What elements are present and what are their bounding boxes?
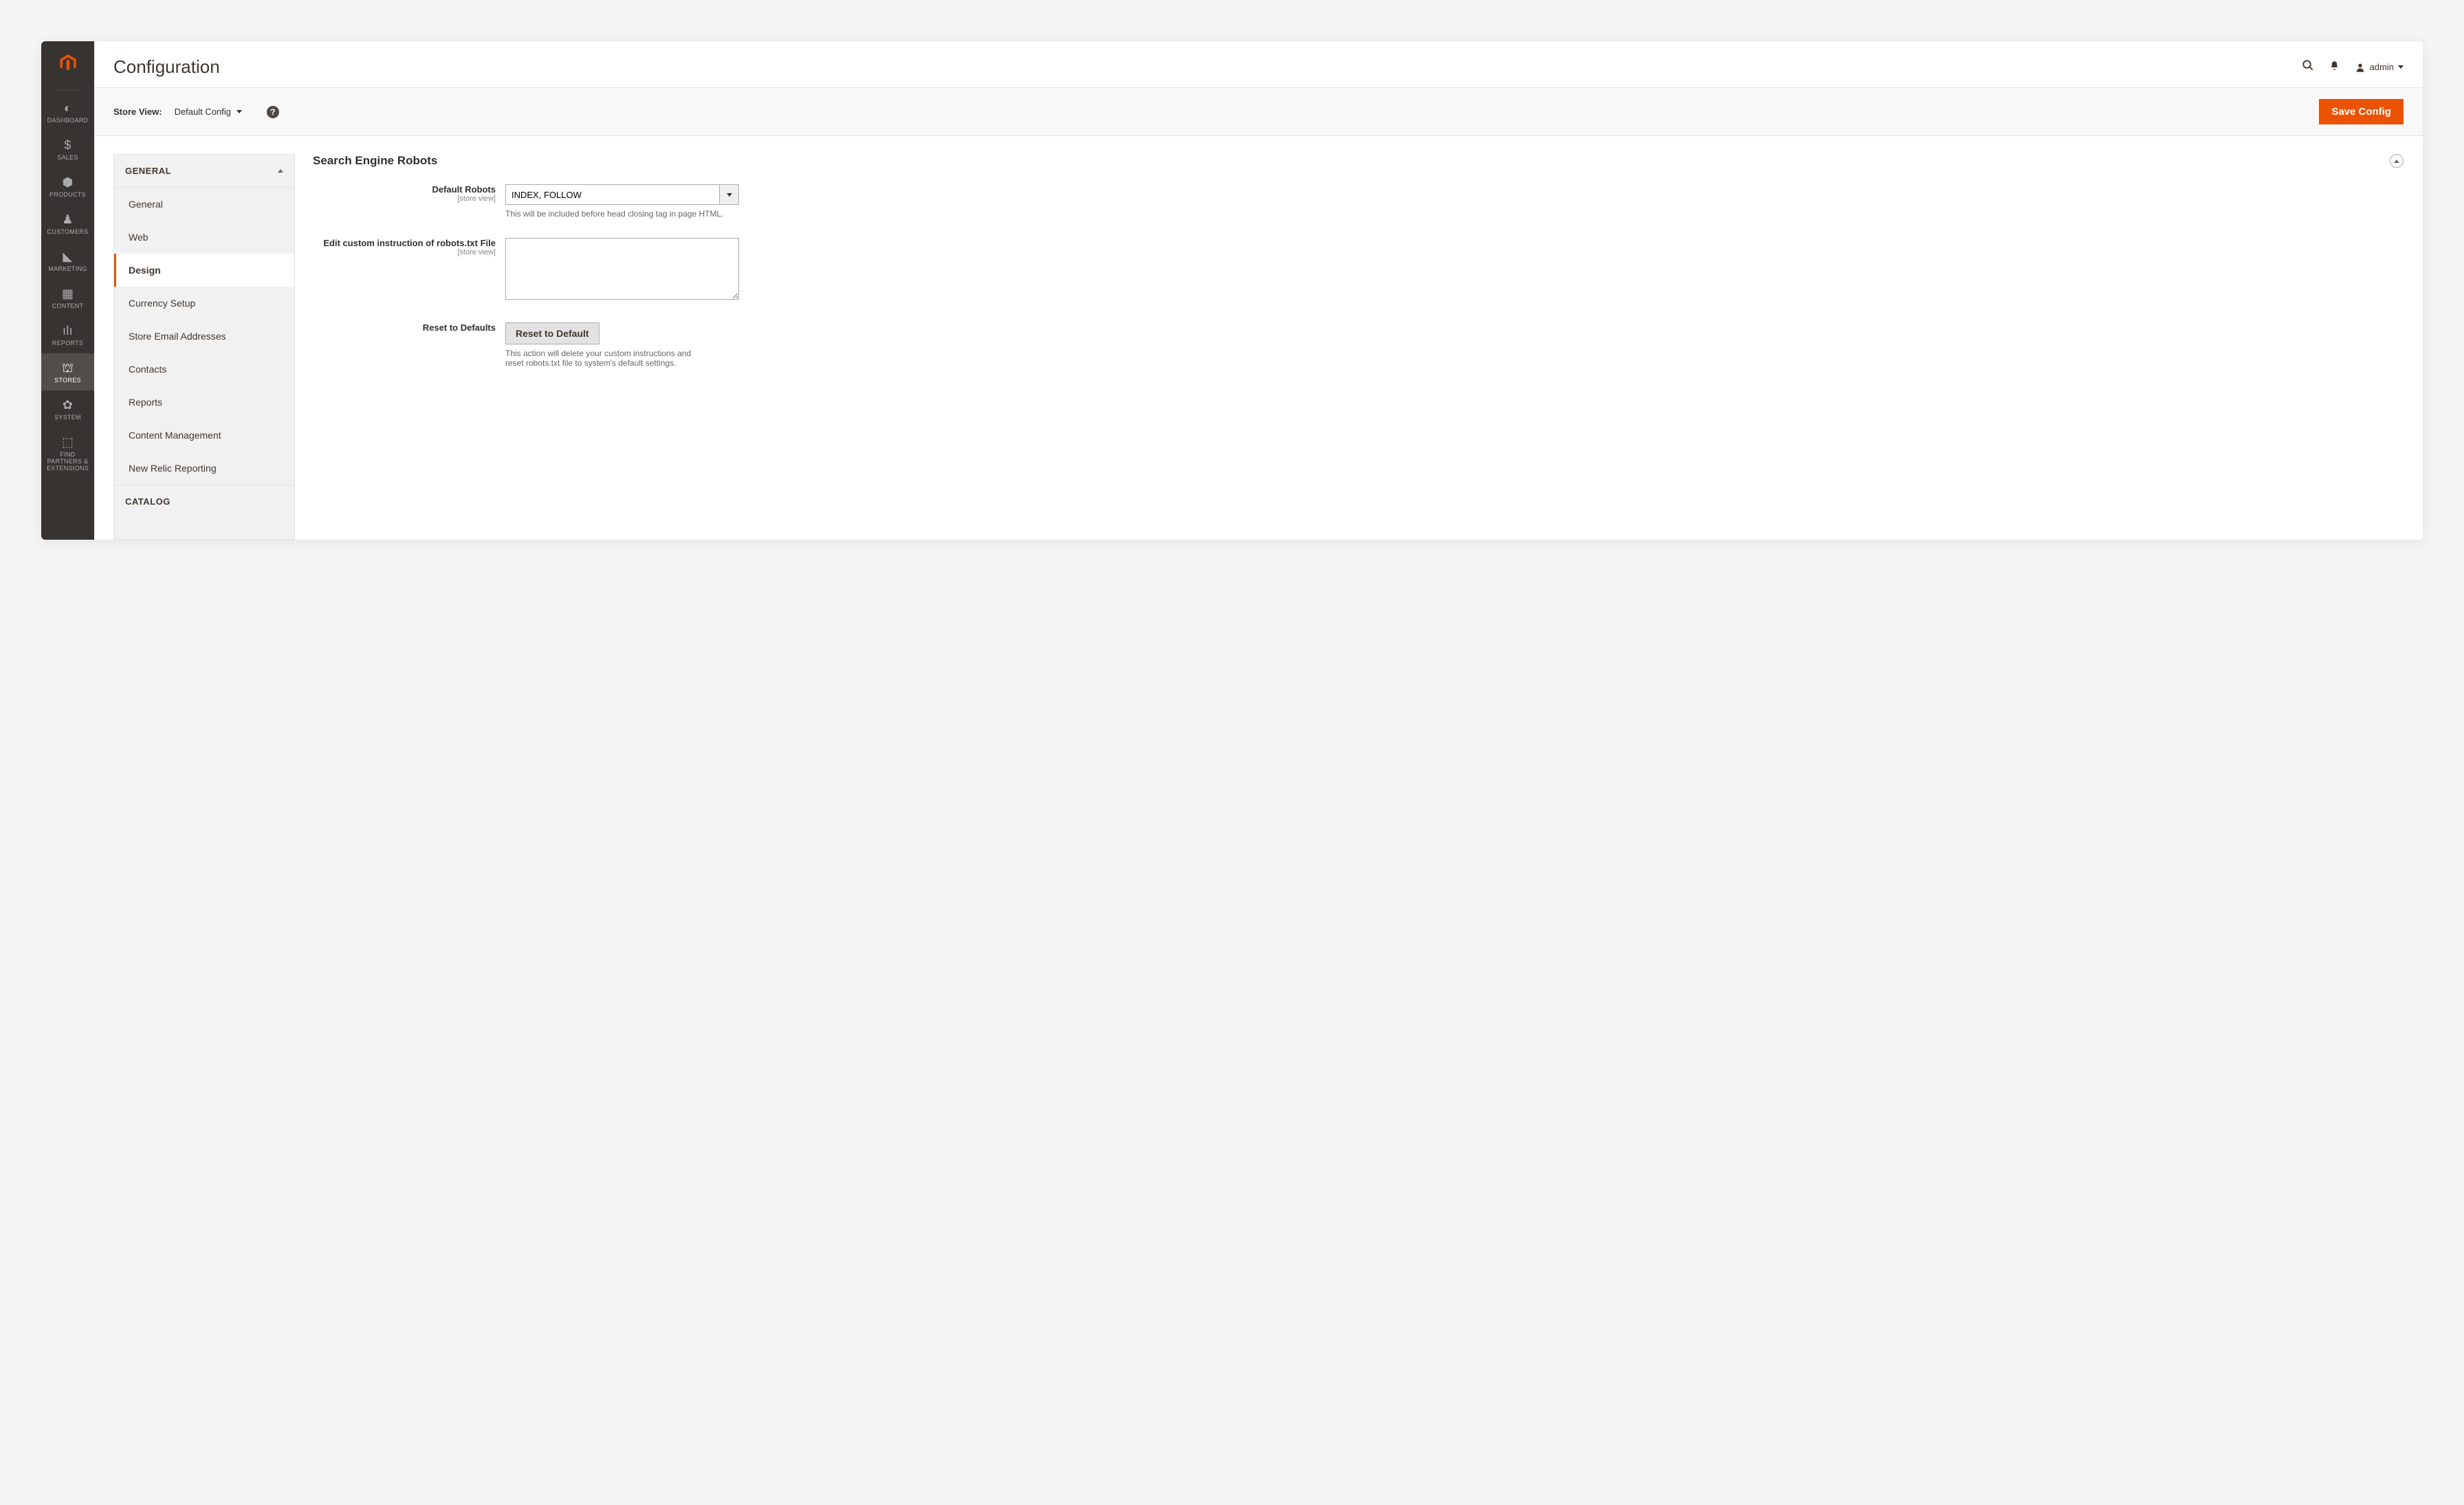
config-item-store-email[interactable]: Store Email Addresses xyxy=(114,320,294,353)
field-scope: [store view] xyxy=(313,248,496,256)
config-item-cms[interactable]: Content Management xyxy=(114,419,294,452)
nav-label: REPORTS xyxy=(52,340,83,347)
user-menu[interactable]: admin xyxy=(2355,62,2404,73)
nav-label: SALES xyxy=(57,154,78,161)
nav-label: MARKETING xyxy=(48,265,87,272)
field-default-robots: Default Robots [store view] INDEX, FOLLO… xyxy=(313,175,2404,228)
config-item-reports[interactable]: Reports xyxy=(114,386,294,419)
nav-content[interactable]: ▦ CONTENT xyxy=(41,279,94,316)
config-item-newrelic[interactable]: New Relic Reporting xyxy=(114,452,294,485)
scope-label: Store View: xyxy=(113,107,162,117)
field-label: Edit custom instruction of robots.txt Fi… xyxy=(313,238,496,248)
select-caret-button[interactable] xyxy=(720,184,739,205)
nav-system[interactable]: ✿SYSTEM xyxy=(41,391,94,428)
nav-label: STORES xyxy=(54,377,81,384)
field-custom-robots: Edit custom instruction of robots.txt Fi… xyxy=(313,228,2404,313)
config-item-general[interactable]: General xyxy=(114,188,294,221)
help-icon[interactable]: ? xyxy=(267,106,279,118)
content-region: GENERAL General Web Design Currency Setu… xyxy=(94,136,2423,540)
config-sidebar: GENERAL General Web Design Currency Setu… xyxy=(113,154,295,540)
config-group-catalog[interactable]: CATALOG xyxy=(114,485,294,507)
chevron-down-icon xyxy=(236,110,242,113)
field-label: Default Robots xyxy=(313,184,496,195)
field-control-col xyxy=(505,238,739,303)
config-item-currency[interactable]: Currency Setup xyxy=(114,287,294,320)
top-actions: admin xyxy=(2302,59,2404,75)
field-control-col: Reset to Default This action will delete… xyxy=(505,322,739,368)
scope-selector[interactable]: Default Config xyxy=(175,107,242,117)
section-header[interactable]: Search Engine Robots xyxy=(313,154,2404,175)
config-item-contacts[interactable]: Contacts xyxy=(114,353,294,386)
chevron-down-icon xyxy=(2398,65,2404,69)
nav-label: CUSTOMERS xyxy=(47,228,88,235)
nav-label: CONTENT xyxy=(52,303,84,309)
default-robots-select[interactable]: INDEX, FOLLOW xyxy=(505,184,720,205)
field-control-col: INDEX, FOLLOW This will be included befo… xyxy=(505,184,739,219)
person-icon: ♟ xyxy=(43,212,93,227)
nav-products[interactable]: ⬢PRODUCTS xyxy=(41,168,94,205)
scope-value: Default Config xyxy=(175,107,231,117)
nav-label: DASHBOARD xyxy=(47,117,89,124)
field-reset-defaults: Reset to Defaults Reset to Default This … xyxy=(313,313,2404,377)
field-label-col: Default Robots [store view] xyxy=(313,184,505,219)
box-icon: ⬢ xyxy=(43,175,93,190)
main-region: Configuration admin Store View: Default … xyxy=(94,41,2423,540)
layout-icon: ▦ xyxy=(43,286,93,301)
field-helper: This will be included before head closin… xyxy=(505,209,739,219)
nav-sales[interactable]: $SALES xyxy=(41,131,94,168)
nav-extensions[interactable]: ⬚FIND PARTNERS & EXTENSIONS xyxy=(41,428,94,479)
top-bar: Configuration admin xyxy=(94,41,2423,87)
primary-nav: ◐DASHBOARD $SALES ⬢PRODUCTS ♟CUSTOMERS ◣… xyxy=(41,41,94,540)
select-wrap: INDEX, FOLLOW xyxy=(505,184,739,205)
reset-to-default-button[interactable]: Reset to Default xyxy=(505,322,600,344)
username: admin xyxy=(2370,62,2394,72)
nav-customers[interactable]: ♟CUSTOMERS xyxy=(41,205,94,242)
field-scope: [store view] xyxy=(313,195,496,203)
config-item-design[interactable]: Design xyxy=(114,254,294,287)
scope-bar: Store View: Default Config ? Save Config xyxy=(94,87,2423,136)
bars-icon: ılı xyxy=(43,323,93,338)
search-icon[interactable] xyxy=(2302,59,2314,75)
field-label-col: Reset to Defaults xyxy=(313,322,505,368)
megaphone-icon: ◣ xyxy=(43,249,93,264)
config-item-web[interactable]: Web xyxy=(114,221,294,254)
field-label-col: Edit custom instruction of robots.txt Fi… xyxy=(313,238,505,303)
puzzle-icon: ⬚ xyxy=(43,435,93,450)
nav-label: PRODUCTS xyxy=(50,191,86,198)
nav-reports[interactable]: ılı REPORTS xyxy=(41,316,94,353)
group-label: GENERAL xyxy=(125,166,171,176)
nav-label: SYSTEM xyxy=(54,414,81,421)
custom-robots-textarea[interactable] xyxy=(505,238,739,300)
nav-stores[interactable]: ⛫ STORES xyxy=(41,353,94,391)
bell-icon[interactable] xyxy=(2329,61,2340,74)
settings-pane: Search Engine Robots Default Robots [sto… xyxy=(313,154,2404,540)
divider xyxy=(54,90,82,91)
scope-left: Store View: Default Config ? xyxy=(113,106,279,118)
field-label: Reset to Defaults xyxy=(313,322,496,333)
magento-logo-icon xyxy=(58,48,78,82)
user-icon xyxy=(2355,62,2366,73)
store-icon: ⛫ xyxy=(43,360,93,375)
section-title: Search Engine Robots xyxy=(313,154,437,168)
nav-marketing[interactable]: ◣MARKETING xyxy=(41,242,94,279)
save-config-button[interactable]: Save Config xyxy=(2319,99,2404,124)
page-title: Configuration xyxy=(113,56,220,78)
nav-dashboard[interactable]: ◐DASHBOARD xyxy=(41,94,94,131)
gear-icon: ✿ xyxy=(43,397,93,413)
chevron-up-icon xyxy=(278,169,283,173)
app-window: ◐DASHBOARD $SALES ⬢PRODUCTS ♟CUSTOMERS ◣… xyxy=(41,41,2423,540)
gauge-icon: ◐ xyxy=(43,100,93,116)
dollar-icon: $ xyxy=(43,138,93,153)
nav-label: FIND PARTNERS & EXTENSIONS xyxy=(47,451,89,472)
config-group-general[interactable]: GENERAL xyxy=(114,155,294,188)
chevron-down-icon xyxy=(727,193,732,197)
collapse-icon xyxy=(2390,154,2404,168)
field-helper: This action will delete your custom inst… xyxy=(505,349,705,368)
